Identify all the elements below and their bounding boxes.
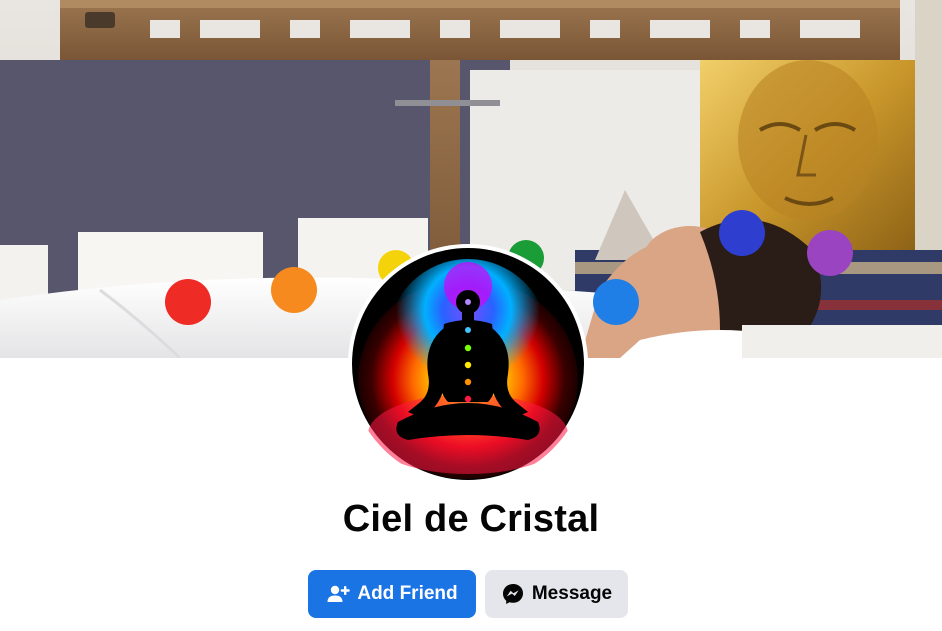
message-button[interactable]: Message <box>485 570 628 618</box>
profile-picture[interactable] <box>348 244 588 484</box>
message-label: Message <box>531 583 613 604</box>
add-friend-icon <box>326 582 351 606</box>
add-friend-label: Add Friend <box>357 583 458 604</box>
profile-name: Ciel de Cristal <box>342 498 600 540</box>
messenger-icon <box>501 582 525 606</box>
meditation-chakra-avatar-image <box>352 248 584 480</box>
add-friend-button[interactable]: Add Friend <box>308 570 476 618</box>
